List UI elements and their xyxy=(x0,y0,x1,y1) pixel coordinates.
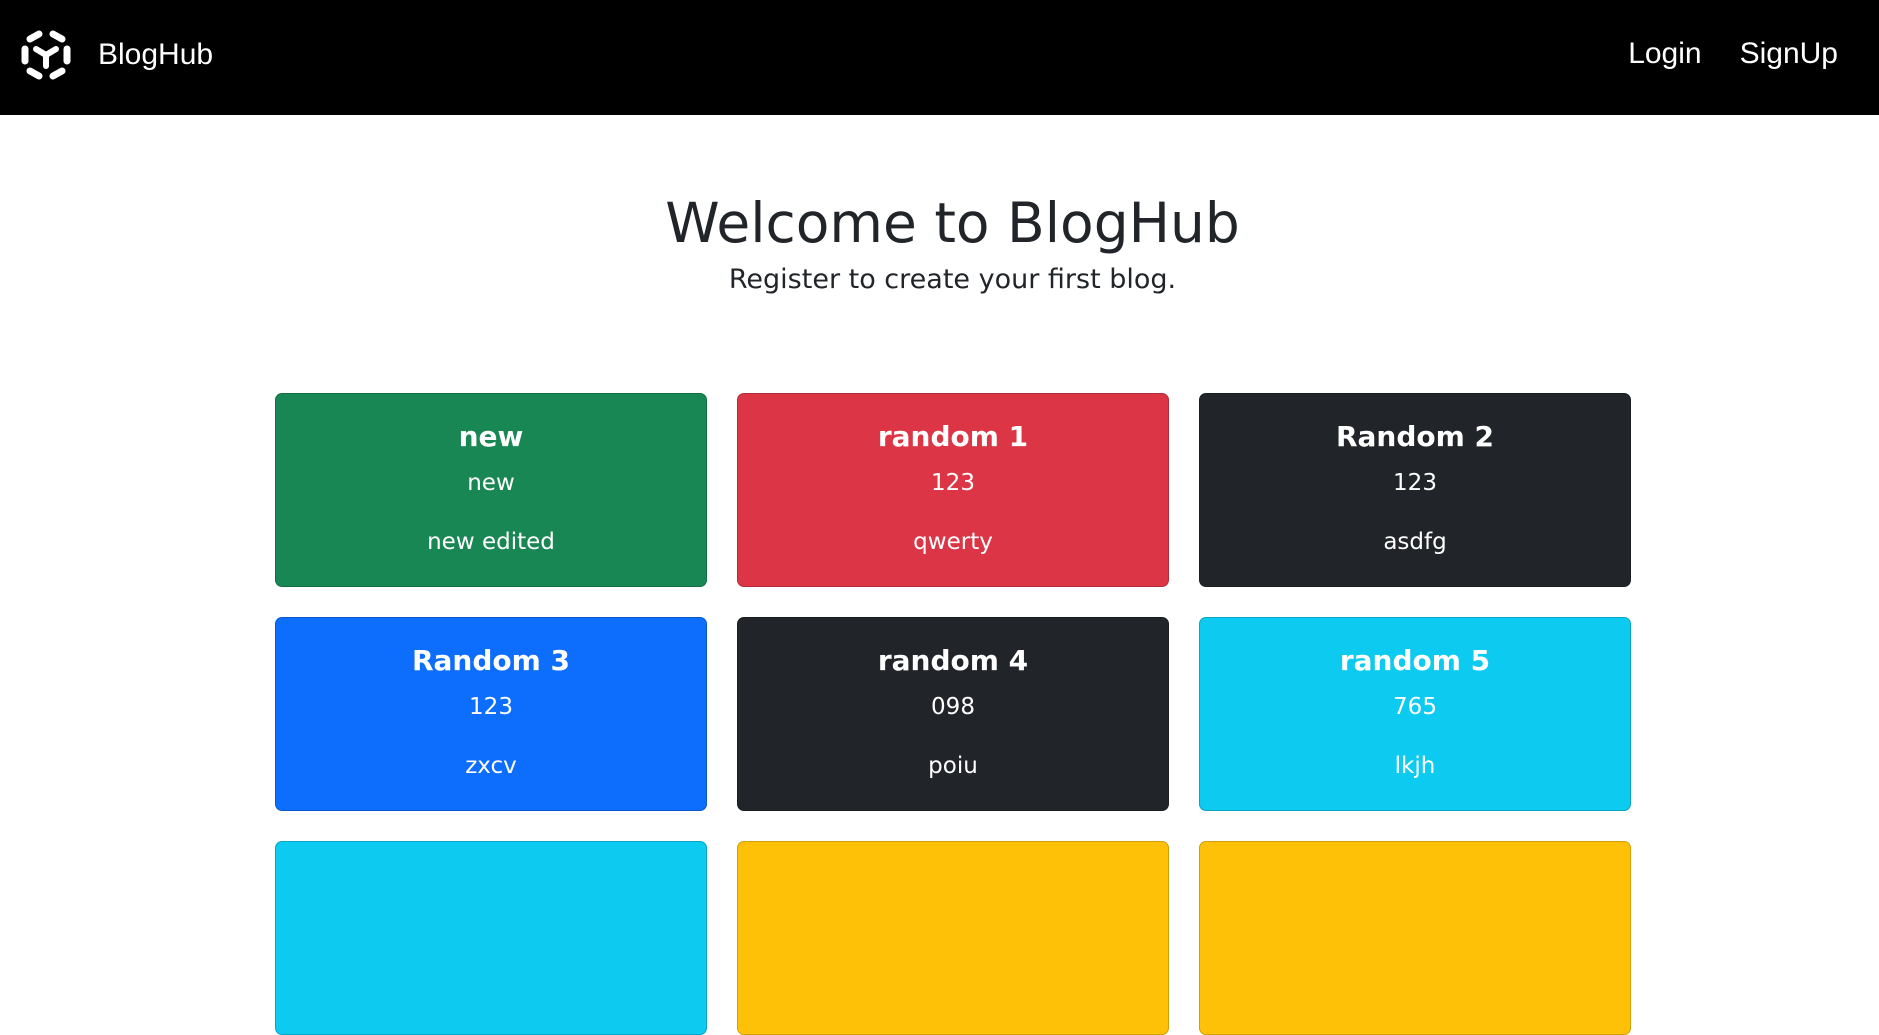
blog-card[interactable]: new new new edited xyxy=(275,393,707,587)
blog-card[interactable]: random 1 123 qwerty xyxy=(737,393,1169,587)
nav-links: Login SignUp xyxy=(1628,36,1838,72)
blog-card-title xyxy=(738,842,1168,868)
brand-name: BlogHub xyxy=(98,38,214,71)
page-title: Welcome to BlogHub xyxy=(665,191,1240,255)
blog-card[interactable]: random 5 765 lkjh xyxy=(1199,617,1631,811)
blog-card[interactable] xyxy=(1199,841,1631,1035)
blog-card-text: zxcv xyxy=(465,753,517,780)
blog-card-text: poiu xyxy=(928,753,978,780)
blog-card-title: Random 3 xyxy=(411,644,571,677)
blog-card-title xyxy=(276,842,706,868)
blog-card-subtitle: 098 xyxy=(931,693,975,720)
blog-card[interactable] xyxy=(275,841,707,1035)
blog-card[interactable] xyxy=(737,841,1169,1035)
signup-link[interactable]: SignUp xyxy=(1740,36,1838,72)
page-subtitle: Register to create your first blog. xyxy=(728,264,1177,295)
blog-card[interactable]: Random 3 123 zxcv xyxy=(275,617,707,811)
blog-card[interactable]: Random 2 123 asdfg xyxy=(1199,393,1631,587)
blog-card-title xyxy=(1200,842,1630,868)
blog-card-title: random 4 xyxy=(877,644,1029,677)
blog-card-subtitle: 765 xyxy=(1393,693,1437,720)
hexagon-logo-icon xyxy=(21,30,71,80)
blog-card-subtitle: 123 xyxy=(931,469,975,496)
blog-card-text: qwerty xyxy=(913,529,993,556)
hero: Welcome to BlogHub Register to create yo… xyxy=(0,190,1879,296)
blog-card-title: random 5 xyxy=(1339,644,1491,677)
blog-card-grid: new new new edited random 1 123 qwerty R… xyxy=(275,393,1633,1035)
blog-card-text: lkjh xyxy=(1394,753,1436,780)
blog-card-text: new edited xyxy=(427,529,555,556)
navbar: BlogHub Login SignUp xyxy=(0,0,1879,115)
login-link[interactable]: Login xyxy=(1628,36,1701,72)
blog-card-text: asdfg xyxy=(1383,529,1447,556)
blog-card-subtitle: 123 xyxy=(1393,469,1437,496)
blog-card[interactable]: random 4 098 poiu xyxy=(737,617,1169,811)
brand-link[interactable]: BlogHub xyxy=(20,27,213,83)
blog-card-subtitle: 123 xyxy=(469,693,513,720)
blog-card-title: Random 2 xyxy=(1335,420,1495,453)
blog-card-subtitle: new xyxy=(467,469,515,496)
blog-card-title: random 1 xyxy=(877,420,1029,453)
blog-card-title: new xyxy=(458,420,524,453)
